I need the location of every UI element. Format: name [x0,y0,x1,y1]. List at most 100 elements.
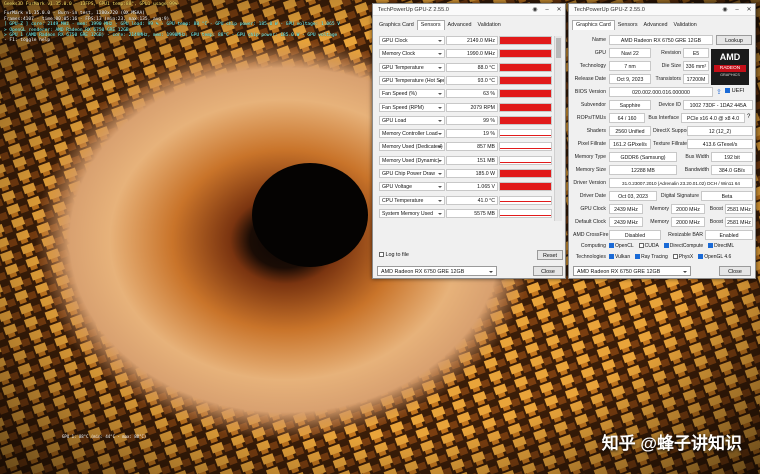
sensor-value: 2079 RPM [446,102,498,112]
tab-advanced[interactable]: Advanced [641,21,671,30]
texture-fillrate-value: 413.6 GTexel/s [687,139,753,149]
sensor-name-dropdown[interactable]: CPU Temperature [379,195,445,205]
rebar-value: Enabled [705,230,753,240]
sensor-name-dropdown[interactable]: GPU Chip Power Draw [379,169,445,178]
boost-label: Boost [709,206,723,212]
minimize-button[interactable]: – [731,7,743,13]
computing-label: Computing [580,243,606,249]
shaders-value: 2560 Unified [609,126,651,136]
close-button-bottom[interactable]: Close [719,266,751,276]
sensor-name-dropdown[interactable]: GPU Voltage [379,182,445,192]
sensor-graph-fill [500,103,551,111]
camera-icon[interactable]: ◉ [719,6,731,13]
gpu-value: Navi 22 [609,48,651,58]
sensor-name-dropdown[interactable]: GPU Load [379,115,445,125]
sensor-value: 93.0 °C [446,75,498,85]
technologies-label: Technologies [575,254,606,260]
crossfire-value: Disabled [609,230,661,240]
tab-advanced[interactable]: Advanced [445,21,475,30]
sensor-row: GPU Temperature 88.0 °C [379,62,552,72]
sensor-name-dropdown[interactable]: Memory Controller Load [379,129,445,139]
sensor-name-dropdown[interactable]: Fan Speed (%) [379,89,445,99]
gpuz-card-window: TechPowerUp GPU-Z 2.55.0 ◉ – ✕ Graphics … [568,3,756,279]
driver-label: Driver Version [573,180,606,186]
log-to-file-label: Log to file [385,252,409,258]
sensor-row: System Memory Used 5575 MB [379,208,552,218]
feature-label: Vulkan [615,254,631,260]
pixel-fillrate-label: Pixel Fillrate [577,141,606,147]
crossfire-label: AMD CrossFire [573,232,609,238]
title-bar[interactable]: TechPowerUp GPU-Z 2.55.0 ◉ – ✕ [373,4,565,16]
transistors-label: Transistors [655,76,681,82]
sensor-scrollbar[interactable] [554,36,562,221]
sensor-name-dropdown[interactable]: GPU Temperature (Hot Spot) [379,75,445,85]
uefi-label: UEFI [731,88,745,94]
tab-graphics-card[interactable]: Graphics Card [572,20,615,30]
revision-value: E5 [683,48,709,58]
gpuclock-value: 2439 MHz [609,204,643,214]
close-button[interactable]: ✕ [743,6,755,13]
sensor-name-dropdown[interactable]: System Memory Used [379,208,445,218]
signature-value: Beta [701,191,753,201]
log-to-file-option[interactable]: Log to file [379,252,409,258]
feature-checkbox [609,243,614,249]
sensor-row: GPU Load 99 % [379,115,552,125]
sensor-value: 99 % [446,115,498,125]
defclock-label: Default Clock [575,219,606,225]
reset-button[interactable]: Reset [537,250,563,260]
row-crossfire: AMD CrossFire Disabled Resizable BAR Ena… [573,230,753,240]
sensor-row: GPU Clock 2149.0 MHz [379,36,552,45]
close-button[interactable]: ✕ [553,6,565,13]
lookup-button[interactable]: Lookup [716,35,752,45]
release-label: Release Date [574,76,606,82]
tab-sensors[interactable]: Sensors [416,20,445,30]
gpu-select[interactable]: AMD Radeon RX 6750 GRE 12GB [377,266,497,276]
camera-icon[interactable]: ◉ [529,6,541,13]
sensor-graph-fill [500,37,551,44]
row-memtype: Memory Type GDDR6 (Samsung) Bus Width 19… [573,152,753,162]
buswidth-label: Bus Width [685,154,709,160]
sensor-graph-line [500,214,551,216]
computing-list: OpenCL CUDA DirectCompute DirectML [609,241,734,251]
log-to-file-checkbox[interactable] [379,252,384,258]
sensor-name-dropdown[interactable]: Memory Clock [379,49,445,59]
sensor-name-dropdown[interactable]: Memory Used (Dedicated) [379,142,445,152]
tab-validation[interactable]: Validation [671,21,700,30]
share-icon[interactable]: ⇪ [716,88,722,96]
sensor-graph-fill [500,170,551,177]
feature-label: DirectML [714,243,735,249]
memtype-value: GDDR6 (Samsung) [609,152,677,162]
tab-sensors[interactable]: Sensors [615,21,641,30]
sensor-row: CPU Temperature 41.0 °C [379,195,552,205]
sensor-name-dropdown[interactable]: Fan Speed (RPM) [379,102,445,112]
feature-checkbox [635,254,641,260]
window-title: TechPowerUp GPU-Z 2.55.0 [574,6,645,13]
tab-graphics-card[interactable]: Graphics Card [376,21,417,30]
gpu-select[interactable]: AMD Radeon RX 6750 GRE 12GB [573,266,691,276]
boost-label: Boost [709,219,723,225]
help-icon[interactable]: ? [747,114,750,120]
sensor-name-dropdown[interactable]: GPU Clock [379,36,445,45]
sensor-value: 857 MB [446,142,498,152]
amd-radeon-logo: AMD RADEON GRAPHICS [711,49,749,85]
feature-opengl-4-6: OpenGL 4.6 [698,254,731,260]
tab-validation[interactable]: Validation [475,21,504,30]
row-driver: Driver Version 31.0.23007.2010 (Adrenali… [573,178,753,188]
scrollbar-thumb[interactable] [556,38,561,58]
row-shaders: Shaders 2560 Unified DirectX Support 12 … [573,126,753,136]
logo-sub2: GRAPHICS [720,73,740,77]
feature-checkbox [672,254,678,260]
sensor-name-dropdown[interactable]: GPU Temperature [379,62,445,72]
die-size-label: Die Size [661,63,681,69]
sensor-name-dropdown[interactable]: Memory Used (Dynamic) [379,155,445,165]
title-bar[interactable]: TechPowerUp GPU-Z 2.55.0 ◉ – ✕ [569,4,755,16]
minimize-button[interactable]: – [541,7,553,13]
rops-value: 64 / 160 [609,113,645,123]
sensor-graph-fill [500,183,551,191]
sensor-graph-fill [500,116,551,124]
close-button-bottom[interactable]: Close [533,266,563,276]
feature-label: PhysX [678,254,694,260]
driver-value: 31.0.23007.2010 (Adrenalin 23.20.01.02) … [609,178,753,188]
sensor-graph-fill [500,50,551,58]
gpuz-sensors-window: TechPowerUp GPU-Z 2.55.0 ◉ – ✕ Graphics … [372,3,566,279]
